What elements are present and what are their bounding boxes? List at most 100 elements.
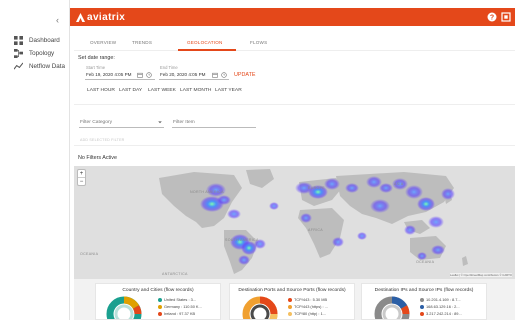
map-label-europe: EUROPE [308,186,325,190]
geolocation-map[interactable]: + − NORTH AMERICA SOUTH AMERICA EUROPE A… [74,166,515,279]
active-tab-indicator [178,49,236,51]
legend-label: Germany : 110.50 K... [164,304,202,309]
top-header: aviatrix ? [70,8,515,26]
legend-dot [158,311,162,316]
update-button[interactable]: UPDATE [234,72,255,78]
map-zoom-controls: + − [77,169,86,186]
start-time-label: Start Time [86,65,106,70]
date-range-title: Set date range: [78,55,115,61]
legend-item: 168.63.129.16 : 2... [420,304,460,309]
start-time-input[interactable]: Feb 19, 2020 4:05 PM [86,72,131,77]
end-time-label: End Time [160,65,178,70]
legend-item: Germany : 110.50 K... [158,304,202,309]
ports-donut-chart [242,296,278,319]
legend-item: 10.201.4.169 : 8.7... [420,297,461,302]
ports-card: Destination Ports and Source Ports (flow… [229,283,355,320]
legend-item: TCP/443 : 5.30 MB [288,297,327,302]
legend-label: 3.217.242.214 : 89... [426,311,462,316]
map-label-asia: ASIA [394,182,404,186]
legend-dot [158,304,162,309]
start-time-underline [85,79,155,80]
legend-label: Ireland : 97.37 KB [164,311,196,316]
chevron-down-icon[interactable] [157,119,163,125]
legend-item: TCP/80 (http) : 1... [288,311,326,316]
world-map-canvas [159,169,468,274]
help-icon[interactable]: ? [487,12,497,22]
legend-item: United States : 3... [158,297,196,302]
logo-text: aviatrix [87,11,126,23]
logo-mark-icon [76,12,85,22]
legend-dot [288,304,292,309]
calendar-icon[interactable] [137,72,143,78]
sidebar-item-label: Topology [29,49,55,57]
netflow-tabs: OVERVIEW TRENDS GEOLOCATION FLOWS [74,40,515,51]
legend-label: 10.201.4.169 : 8.7... [426,297,461,302]
zoom-in-button[interactable]: + [78,170,85,178]
map-label-south-america: SOUTH AMERICA [225,238,259,242]
map-label-africa: AFRICA [308,228,323,232]
legend-dot [420,297,424,302]
add-selected-filter-button[interactable]: ADD SELECTED FILTER [80,138,124,142]
app-frame: ‹ Dashboard Topology Netflow Data aviatr… [0,0,515,320]
last-month-button[interactable]: LAST MONTH [180,88,211,93]
zoom-out-button[interactable]: − [78,178,85,186]
sidebar-item-label: Dashboard [29,36,60,44]
map-attribution[interactable]: Leaflet | © OpenStreetMap contributors ©… [450,273,512,277]
legend-label: TCP/443 (https) : ... [294,304,328,309]
filter-panel [74,104,515,146]
legend-dot [288,297,292,302]
tab-geolocation[interactable]: GEOLOCATION [187,40,223,45]
dashboard-icon [14,35,23,45]
legend-label: TCP/80 (http) : 1... [294,311,327,316]
last-week-button[interactable]: LAST WEEK [148,88,176,93]
map-label-north-america: NORTH AMERICA [190,190,224,194]
filter-item-underline [172,127,256,128]
legend-item: 3.217.242.214 : 89... [420,311,462,316]
country-cities-card: Country and Cities (flow records) United… [95,283,221,320]
sidebar-item-topology[interactable]: Topology [14,47,54,59]
tab-overview[interactable]: OVERVIEW [90,40,116,45]
clock-icon[interactable] [146,71,152,78]
map-label-antarctica: ANTARCTICA [162,272,188,276]
legend-dot [420,304,424,309]
legend-dot [288,311,292,316]
legend-dot [420,311,424,316]
collapse-sidebar-button[interactable]: ‹ [56,16,59,25]
filter-category-underline [79,127,164,128]
last-hour-button[interactable]: LAST HOUR [87,88,115,93]
settings-icon[interactable] [501,12,511,22]
aviatrix-logo: aviatrix [76,11,125,23]
sidebar-item-netflow-data[interactable]: Netflow Data [14,60,65,72]
legend-item: TCP/443 (https) : ... [288,304,328,309]
sidebar-item-dashboard[interactable]: Dashboard [14,34,60,46]
sidebar-item-label: Netflow Data [29,62,66,70]
map-label-oceania: OCEANIA [416,260,435,264]
card-title: Destination Ports and Source Ports (flow… [238,288,346,293]
map-label-oceania-west: OCEANIA [80,252,99,256]
land-greenland [246,169,274,188]
country-donut-chart [106,296,142,319]
sidebar: ‹ Dashboard Topology Netflow Data [0,0,70,320]
ips-card: Destination IPs and Source IPs (flow rec… [361,283,487,320]
end-time-underline [159,79,229,80]
topology-icon [14,48,23,58]
legend-label: TCP/443 : 5.30 MB [294,297,328,302]
end-time-input[interactable]: Feb 20, 2020 4:05 PM [160,72,205,77]
svg-text:?: ? [490,15,494,22]
calendar-icon[interactable] [212,72,218,78]
legend-dot [158,297,162,302]
legend-label: United States : 3... [164,297,197,302]
last-year-button[interactable]: LAST YEAR [215,88,242,93]
filter-status: No Filters Active [78,155,117,161]
legend-item: Ireland : 97.37 KB [158,311,195,316]
last-day-button[interactable]: LAST DAY [119,88,142,93]
clock-icon[interactable] [221,71,227,78]
card-title: Country and Cities (flow records) [122,288,194,293]
card-title: Destination IPs and Source IPs (flow rec… [374,288,474,293]
tab-trends[interactable]: TRENDS [132,40,152,45]
land-new-zealand [462,256,468,266]
tab-flows[interactable]: FLOWS [250,40,267,45]
ips-donut-chart [374,296,410,319]
filter-item-input[interactable]: Filter Item [173,120,195,125]
filter-category-select[interactable]: Filter Category [80,120,112,125]
